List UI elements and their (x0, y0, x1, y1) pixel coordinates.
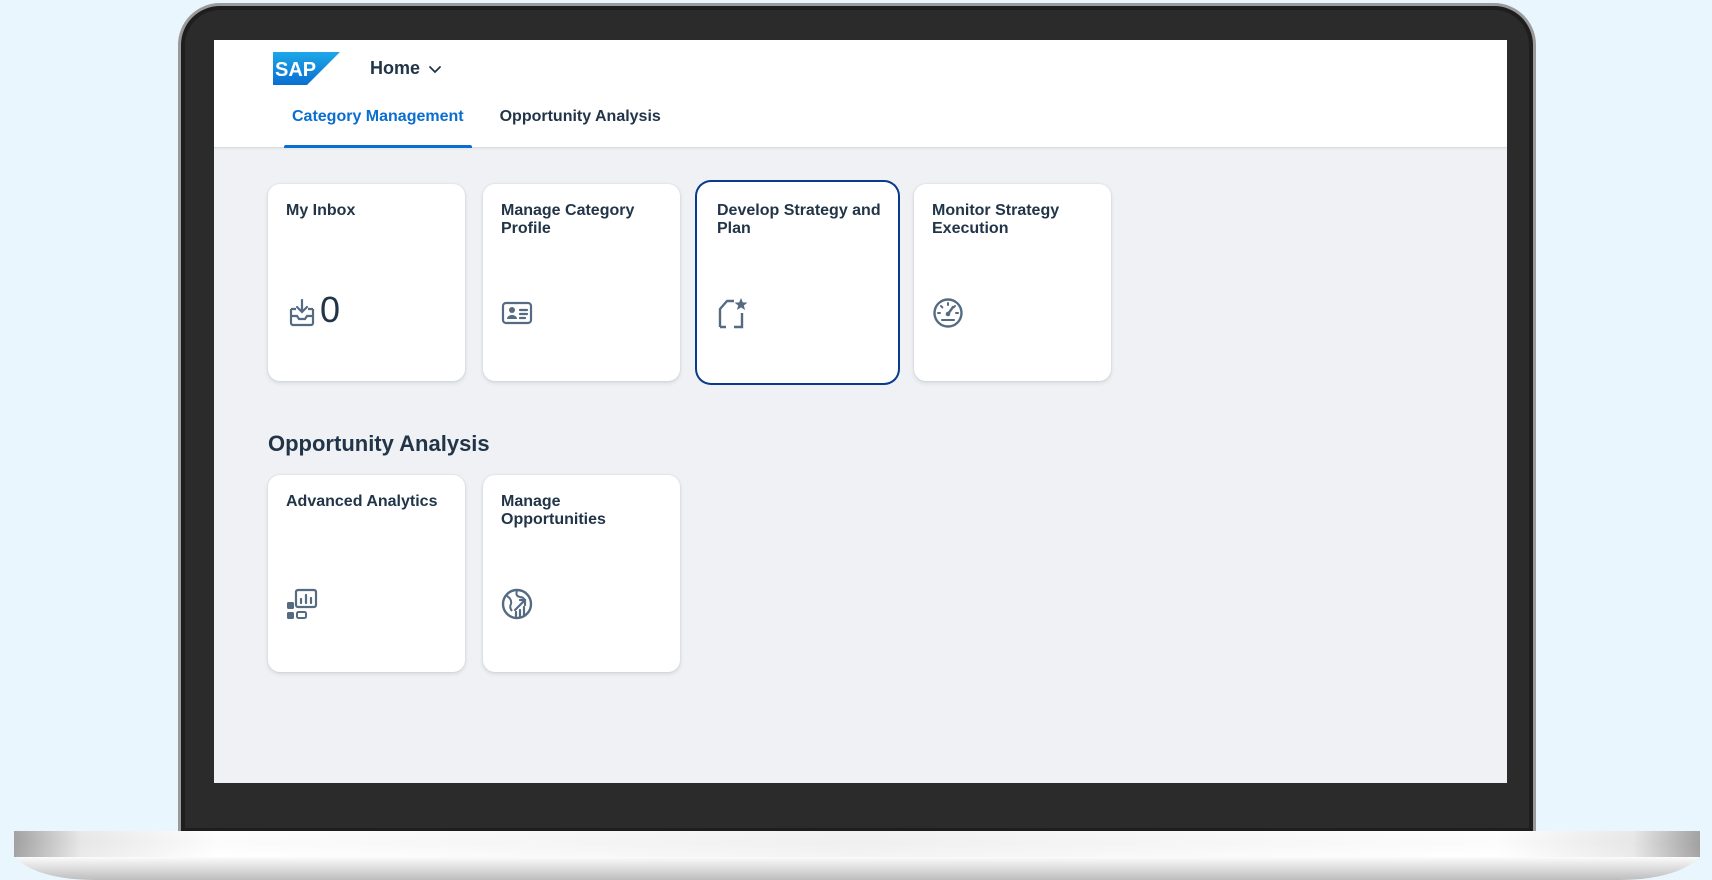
page-tabs: Category Management Opportunity Analysis (284, 102, 689, 148)
tile-develop-strategy-and-plan[interactable]: Develop Strategy and Plan (699, 184, 896, 381)
laptop-base-highlight (14, 831, 1700, 857)
globe-growth-icon (501, 588, 533, 620)
tile-manage-category-profile[interactable]: Manage Category Profile (483, 184, 680, 381)
tab-opportunity-analysis[interactable]: Opportunity Analysis (492, 102, 669, 148)
tile-title: Advanced Analytics (286, 493, 438, 510)
tile-advanced-analytics[interactable]: Advanced Analytics (268, 475, 465, 672)
analytics-dashboard-icon (287, 588, 318, 619)
home-menu-label: Home (370, 58, 421, 78)
tile-title: Monitor Strategy Execution (932, 202, 1060, 237)
home-menu-button[interactable]: Home (370, 58, 442, 79)
tile-title: Develop Strategy and Plan (717, 202, 881, 237)
svg-text:SAP: SAP (275, 59, 316, 81)
chevron-down-icon (429, 65, 441, 73)
document-star-icon (718, 298, 748, 329)
id-card-icon (501, 301, 533, 325)
tile-title: My Inbox (286, 202, 356, 219)
tile-title: Manage Opportunities (501, 493, 606, 528)
tile-count: 0 (320, 289, 341, 330)
tile-manage-opportunities[interactable]: Manage Opportunities (483, 475, 680, 672)
gauge-icon (933, 298, 963, 328)
tile-my-inbox[interactable]: My Inbox 0 (268, 184, 465, 381)
sap-logo[interactable]: SAP (273, 52, 340, 85)
section-title-opportunity-analysis: Opportunity Analysis (268, 431, 490, 456)
tile-monitor-strategy-execution[interactable]: Monitor Strategy Execution (914, 184, 1111, 381)
inbox-download-icon (289, 298, 315, 327)
tab-category-management[interactable]: Category Management (284, 102, 472, 148)
tile-title: Manage Category Profile (501, 202, 635, 237)
app-screen: SAP Home Category Management Opportunity… (214, 40, 1507, 783)
shell-header: SAP Home Category Management Opportunity… (214, 40, 1507, 148)
